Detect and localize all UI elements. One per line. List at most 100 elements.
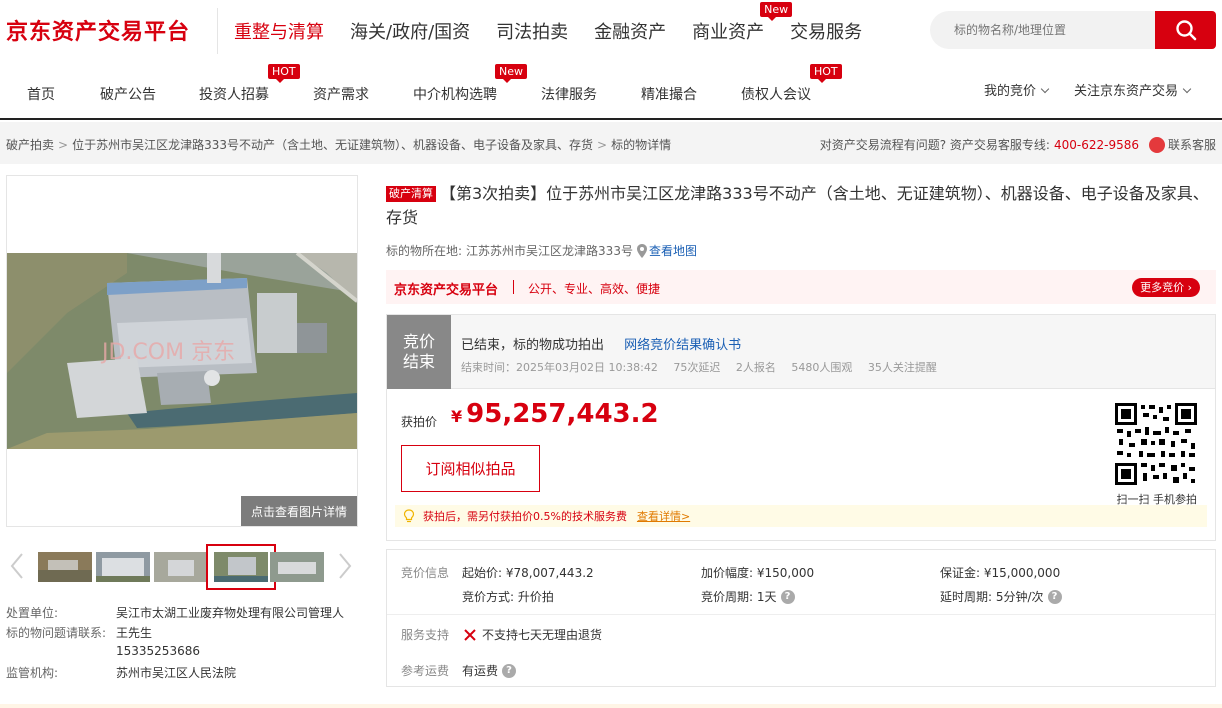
increment: 加价幅度: ¥150,000 <box>701 564 814 581</box>
contact-label: 标的物问题请联系: <box>6 626 107 640</box>
my-bids-dropdown[interactable]: 我的竞价 <box>984 80 1050 99</box>
breadcrumb-bankruptcy-auction[interactable]: 破产拍卖 <box>6 138 54 152</box>
status-text: 已结束，标的物成功拍出 <box>461 338 605 353</box>
top-header: 京东资产交易平台 重整与清算 海关/政府/国资 司法拍卖 金融资产 商业资产 N… <box>0 0 1222 62</box>
map-pin-icon <box>636 243 647 258</box>
chevron-right-icon[interactable] <box>338 552 352 580</box>
main-photo[interactable]: JD.COM 京东 <box>7 253 357 449</box>
chevron-down-icon <box>1040 84 1050 94</box>
follow-label: 关注京东资产交易 <box>1074 84 1179 99</box>
result-confirmation-link[interactable]: 网络竞价结果确认书 <box>624 338 741 353</box>
sub-nav: 首页 破产公告 投资人招募 HOT 资产需求 中介机构选聘 New 法律服务 精… <box>0 62 1222 120</box>
auction-params: 竞价信息 起始价: ¥78,007,443.2 加价幅度: ¥150,000 保… <box>386 549 1216 687</box>
contact-phone: 15335253686 <box>116 644 200 658</box>
service-fee-notice: 获拍后，需另付获拍价0.5%的技术服务费 查看详情> <box>395 505 1207 527</box>
bid-period-text: 竞价周期: 1天 <box>701 590 777 604</box>
location-line: 标的物所在地: 江苏苏州市吴江区龙津路333号 查看地图 <box>386 242 697 259</box>
main-image-frame: JD.COM 京东 点击查看图片详情 <box>6 175 358 527</box>
price-value: 95,257,443.2 <box>466 399 659 429</box>
thumbnail-3[interactable] <box>154 552 208 582</box>
notice-detail-link[interactable]: 查看详情> <box>637 508 690 524</box>
increment-text: 加价幅度: ¥150,000 <box>701 566 815 580</box>
status-badge: 竞价 结束 <box>387 315 451 389</box>
breadcrumb-separator: > <box>58 138 69 152</box>
chevron-down-icon <box>1182 84 1192 94</box>
shipping-label-text: 参考运费 <box>401 664 450 678</box>
sub-nav-asset-demand[interactable]: 资产需求 <box>313 84 369 104</box>
sub-nav-bankruptcy-notice[interactable]: 破产公告 <box>100 84 156 104</box>
breadcrumb-current: 标的物详情 <box>611 138 672 152</box>
item-title-text: 【第3次拍卖】位于苏州市吴江区龙津路333号不动产（含土地、无证建筑物）、机器设… <box>386 184 1209 227</box>
supervisor-value: 苏州市吴江区人民法院 <box>116 666 237 680</box>
end-time: 结束时间：2025年03月02日 10:38:42 <box>461 361 658 374</box>
status-line-1: 竞价 <box>402 332 435 351</box>
supervisor-label: 监管机构: <box>6 666 59 680</box>
sub-nav-investor-recruit[interactable]: 投资人招募 <box>199 84 269 104</box>
currency-symbol: ¥ <box>451 407 463 426</box>
view-photo-detail-button[interactable]: 点击查看图片详情 <box>241 496 357 526</box>
platform-slogan-bar: 京东资产交易平台 公开、专业、高效、便捷 更多竞价 › <box>386 270 1216 304</box>
hotline-number: 400-622-9586 <box>1053 137 1139 152</box>
thumbnail-2[interactable] <box>96 552 150 582</box>
help-icon[interactable]: ? <box>780 589 795 604</box>
sub-nav-home[interactable]: 首页 <box>27 84 55 104</box>
main-nav-restructuring[interactable]: 重整与清算 <box>234 18 324 44</box>
contact-name: 王先生 <box>116 626 153 640</box>
sub-nav-creditor-meeting[interactable]: 债权人会议 <box>741 84 811 104</box>
my-bids-label: 我的竞价 <box>984 84 1037 99</box>
org-value: 吴江市太湖工业废弃物处理有限公司管理人 <box>116 606 345 620</box>
subscribe-similar-button[interactable]: 订阅相似拍品 <box>401 445 540 492</box>
sub-nav-legal-service[interactable]: 法律服务 <box>541 84 597 104</box>
slogan-divider <box>513 280 514 294</box>
shipping-label: 参考运费 <box>401 662 449 679</box>
main-nav-commercial[interactable]: 商业资产 New <box>692 2 793 44</box>
search-input[interactable] <box>930 11 1156 49</box>
search-box <box>930 11 1216 49</box>
follower-count: 35人关注提醒 <box>867 361 937 374</box>
close-icon <box>464 628 476 641</box>
logo-divider <box>217 8 218 54</box>
help-icon[interactable]: ? <box>502 663 517 678</box>
more-auctions-button[interactable]: 更多竞价 › <box>1132 278 1200 297</box>
main-nav-services[interactable]: 交易服务 <box>790 18 862 44</box>
search-button[interactable] <box>1155 11 1216 49</box>
thumbnail-strip <box>6 538 358 596</box>
main-nav-judicial[interactable]: 司法拍卖 <box>496 18 568 44</box>
follow-dropdown[interactable]: 关注京东资产交易 <box>1074 80 1192 99</box>
breadcrumb: 破产拍卖 > 位于苏州市吴江区龙津路333号不动产（含土地、无证建筑物）、机器设备、… <box>6 136 671 153</box>
site-logo[interactable]: 京东资产交易平台 <box>6 14 190 46</box>
deposit: 保证金: ¥15,000,000 <box>940 564 1060 581</box>
sub-nav-matching[interactable]: 精准撮合 <box>641 84 697 104</box>
delay-period-text: 延时周期: 5分钟/次 <box>940 590 1044 604</box>
shipping-value: 有运费? <box>462 662 517 679</box>
breadcrumb-item-title[interactable]: 位于苏州市吴江区龙津路333号不动产（含土地、无证建筑物）、机器设备、电子设备及… <box>72 138 593 152</box>
main-nav-financial[interactable]: 金融资产 <box>594 18 666 44</box>
status-header: 已结束，标的物成功拍出 网络竞价结果确认书 结束时间：2025年03月02日 1… <box>387 315 1215 389</box>
location-value: 江苏苏州市吴江区龙津路333号 <box>466 244 633 258</box>
thumbnail-4-selected[interactable] <box>206 544 276 590</box>
start-price: 起始价: ¥78,007,443.2 <box>462 564 594 581</box>
main-nav: 重整与清算 海关/政府/国资 司法拍卖 金融资产 商业资产 New 交易服务 <box>234 2 888 44</box>
main-nav-customs[interactable]: 海关/政府/国资 <box>350 18 470 44</box>
view-map-link[interactable]: 查看地图 <box>649 242 697 259</box>
viewer-count: 5480人围观 <box>791 361 853 374</box>
bid-info-label-text: 竞价信息 <box>401 566 450 580</box>
item-title: 破产清算 【第3次拍卖】位于苏州市吴江区龙津路333号不动产（含土地、无证建筑物）… <box>386 182 1216 230</box>
help-icon[interactable]: ? <box>1047 589 1062 604</box>
status-line-2: 结束 <box>402 352 435 371</box>
service-support-label: 服务支持 <box>401 626 449 643</box>
customer-service-icon <box>1148 136 1165 153</box>
auction-panel: 已结束，标的物成功拍出 网络竞价结果确认书 结束时间：2025年03月02日 1… <box>386 314 1216 541</box>
bid-info-label: 竞价信息 <box>401 564 449 581</box>
status-main: 已结束，标的物成功拍出 网络竞价结果确认书 <box>461 334 741 353</box>
thumbnail-1[interactable] <box>38 552 92 582</box>
bottom-strip <box>0 704 1222 708</box>
divider <box>387 614 1215 615</box>
slogan-brand: 京东资产交易平台 <box>394 283 499 298</box>
sub-nav-agency-selection[interactable]: 中介机构选聘 <box>413 84 497 104</box>
chevron-left-icon[interactable] <box>10 552 24 580</box>
contact-service-link[interactable]: 联系客服 <box>1168 136 1216 153</box>
thumbnail-5[interactable] <box>270 552 324 582</box>
no-return-policy: 不支持七天无理由退货 <box>464 626 602 643</box>
qr-code-icon[interactable] <box>1115 403 1197 485</box>
